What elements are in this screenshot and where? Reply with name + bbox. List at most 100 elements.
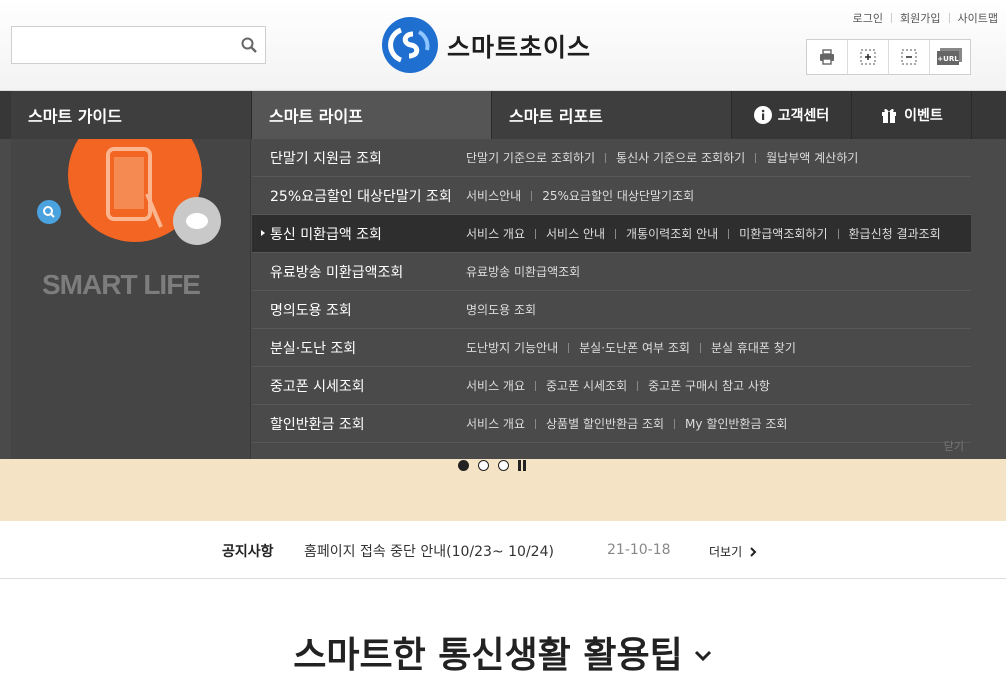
submenu-link[interactable]: 분실 휴대폰 찾기 (711, 339, 796, 356)
section-title: 스마트한 통신생활 활용팁 (0, 626, 1006, 678)
submenu-link[interactable]: 서비스 개요 (466, 225, 525, 242)
zoom-out-button[interactable] (889, 40, 930, 74)
search-icon[interactable] (240, 36, 258, 54)
submenu-link[interactable]: 월납부액 계산하기 (766, 149, 858, 166)
submenu-link[interactable]: 서비스 안내 (546, 225, 605, 242)
submenu-link[interactable]: 통신사 기준으로 조회하기 (616, 149, 745, 166)
menu-row: 명의도용 조회 명의도용 조회 (252, 291, 971, 329)
notice-date: 21-10-18 (607, 542, 671, 558)
notice-title[interactable]: 홈페이지 접속 중단 안내(10/23~ 10/24) (304, 541, 554, 561)
sitemap-link[interactable]: 사이트맵 (958, 12, 998, 25)
submenu-links: 서비스 개요 상품별 할인반환금 조회 My 할인반환금 조회 (454, 415, 787, 432)
separator (605, 152, 607, 163)
menu-item[interactable]: 할인반환금 조회 (252, 414, 454, 434)
submenu-links: 유료방송 미환급액조회 (454, 263, 580, 280)
menu-row: 분실·도난 조회 도난방지 기능안내 분실·도난폰 여부 조회 분실 휴대폰 찾기 (252, 329, 971, 367)
separator (837, 228, 839, 239)
logo[interactable]: 스마트초이스 (381, 16, 611, 74)
submenu-link[interactable]: 미환급액조회하기 (739, 225, 827, 242)
separator (755, 152, 757, 163)
separator (699, 342, 701, 353)
menu-item[interactable]: 단말기 지원금 조회 (252, 148, 454, 168)
notice-more-link[interactable]: 더보기 (709, 543, 759, 560)
separator (535, 418, 537, 429)
main-nav: 스마트 가이드 스마트 라이프 스마트 리포트 고객센터 이벤트 (0, 91, 1006, 139)
menu-row: 할인반환금 조회 서비스 개요 상품별 할인반환금 조회 My 할인반환금 조회 (252, 405, 971, 443)
separator (568, 342, 570, 353)
submenu-links: 서비스 개요 중고폰 시세조회 중고폰 구매시 참고 사항 (454, 377, 770, 394)
menu-item[interactable]: 명의도용 조회 (252, 300, 454, 320)
submenu-link[interactable]: 중고폰 구매시 참고 사항 (648, 377, 770, 394)
top-links: 로그인 회원가입 사이트맵 (853, 10, 998, 26)
separator (674, 418, 676, 429)
submenu-link[interactable]: 환급신청 결과조회 (849, 225, 941, 242)
slider-controls (458, 459, 526, 471)
submenu-link[interactable]: 중고폰 시세조회 (546, 377, 627, 394)
phone-illustration-icon (37, 139, 221, 245)
signup-link[interactable]: 회원가입 (900, 12, 940, 25)
separator (615, 228, 617, 239)
url-copy-icon: +URL (937, 48, 962, 65)
header: 스마트초이스 로그인 회원가입 사이트맵 +URL (0, 0, 1006, 91)
submenu-link[interactable]: 서비스안내 (466, 187, 521, 204)
menu-row: 25%요금할인 대상단말기 조회 서비스안내 25%요금할인 대상단말기조회 (252, 177, 971, 215)
separator (728, 228, 730, 239)
separator (637, 380, 639, 391)
menu-item[interactable]: 25%요금할인 대상단말기 조회 (252, 186, 454, 206)
zoom-in-button[interactable] (848, 40, 889, 74)
submenu-link[interactable]: 서비스 개요 (466, 415, 525, 432)
logo-text: 스마트초이스 (447, 33, 592, 62)
menu-item[interactable]: 분실·도난 조회 (252, 338, 454, 358)
menu-row: 중고폰 시세조회 서비스 개요 중고폰 시세조회 중고폰 구매시 참고 사항 (252, 367, 971, 405)
menu-row: 단말기 지원금 조회 단말기 기준으로 조회하기 통신사 기준으로 조회하기 월납부액… (252, 139, 971, 177)
submenu-link[interactable]: 25%요금할인 대상단말기조회 (542, 187, 694, 204)
slider-dot-3[interactable] (498, 459, 509, 471)
smart-life-caption: SMART LIFE (42, 269, 201, 300)
menu-item[interactable]: 통신 미환급액 조회 (252, 224, 454, 244)
login-link[interactable]: 로그인 (853, 12, 883, 25)
submenu-link[interactable]: 개통이력조회 안내 (626, 225, 718, 242)
nav-event[interactable]: 이벤트 (852, 91, 972, 139)
menu-item[interactable]: 유료방송 미환급액조회 (252, 262, 454, 282)
section-title-text: 스마트한 통신생활 활용팁 (293, 635, 683, 676)
menu-row: 유료방송 미환급액조회 유료방송 미환급액조회 (252, 253, 971, 291)
chevron-down-icon[interactable] (693, 649, 713, 663)
menu-row: 통신 미환급액 조회 서비스 개요 서비스 안내 개통이력조회 안내 미환급액조회하기 환… (252, 215, 971, 253)
submenu-link[interactable]: 분실·도난폰 여부 조회 (579, 339, 690, 356)
page: 스마트초이스 로그인 회원가입 사이트맵 +URL 스마트 가이드 스마트 라이… (0, 0, 1006, 682)
submenu-link[interactable]: My 할인반환금 조회 (685, 415, 787, 432)
menu-item[interactable]: 중고폰 시세조회 (252, 376, 454, 396)
nav-smart-guide[interactable]: 스마트 가이드 (11, 91, 252, 139)
zoom-out-icon (901, 49, 917, 65)
nav-smart-report[interactable]: 스마트 리포트 (492, 91, 732, 139)
close-button[interactable]: 닫기 (944, 438, 964, 454)
separator (535, 228, 537, 239)
submenu-link[interactable]: 상품별 할인반환금 조회 (546, 415, 664, 432)
separator (531, 190, 533, 201)
separator (535, 380, 537, 391)
pause-icon[interactable] (518, 459, 526, 471)
print-button[interactable] (807, 40, 848, 74)
slider-dot-1[interactable] (458, 459, 469, 471)
zoom-in-icon (860, 49, 876, 65)
url-copy-button[interactable]: +URL (930, 40, 970, 74)
chevron-right-icon (750, 546, 757, 557)
submenu-link[interactable]: 명의도용 조회 (466, 301, 536, 318)
event-label: 이벤트 (904, 108, 943, 124)
submenu-link[interactable]: 유료방송 미환급액조회 (466, 263, 580, 280)
submenu-link[interactable]: 단말기 기준으로 조회하기 (466, 149, 595, 166)
logo-mark-icon (382, 17, 438, 73)
customer-center-label: 고객센터 (777, 108, 830, 124)
search-box (11, 26, 266, 64)
nav-smart-life[interactable]: 스마트 라이프 (252, 91, 492, 139)
submenu-links: 서비스안내 25%요금할인 대상단말기조회 (454, 187, 694, 204)
nav-customer-center[interactable]: 고객센터 (732, 91, 852, 139)
submenu-link[interactable]: 도난방지 기능안내 (466, 339, 558, 356)
submenu-link[interactable]: 서비스 개요 (466, 377, 525, 394)
gift-icon (880, 106, 898, 124)
submenu-links: 서비스 개요 서비스 안내 개통이력조회 안내 미환급액조회하기 환급신청 결과조회 (454, 225, 941, 242)
toolbar: +URL (806, 39, 971, 75)
slider-dot-2[interactable] (478, 459, 489, 471)
notice-label: 공지사항 (222, 544, 274, 560)
search-input[interactable] (12, 27, 232, 63)
